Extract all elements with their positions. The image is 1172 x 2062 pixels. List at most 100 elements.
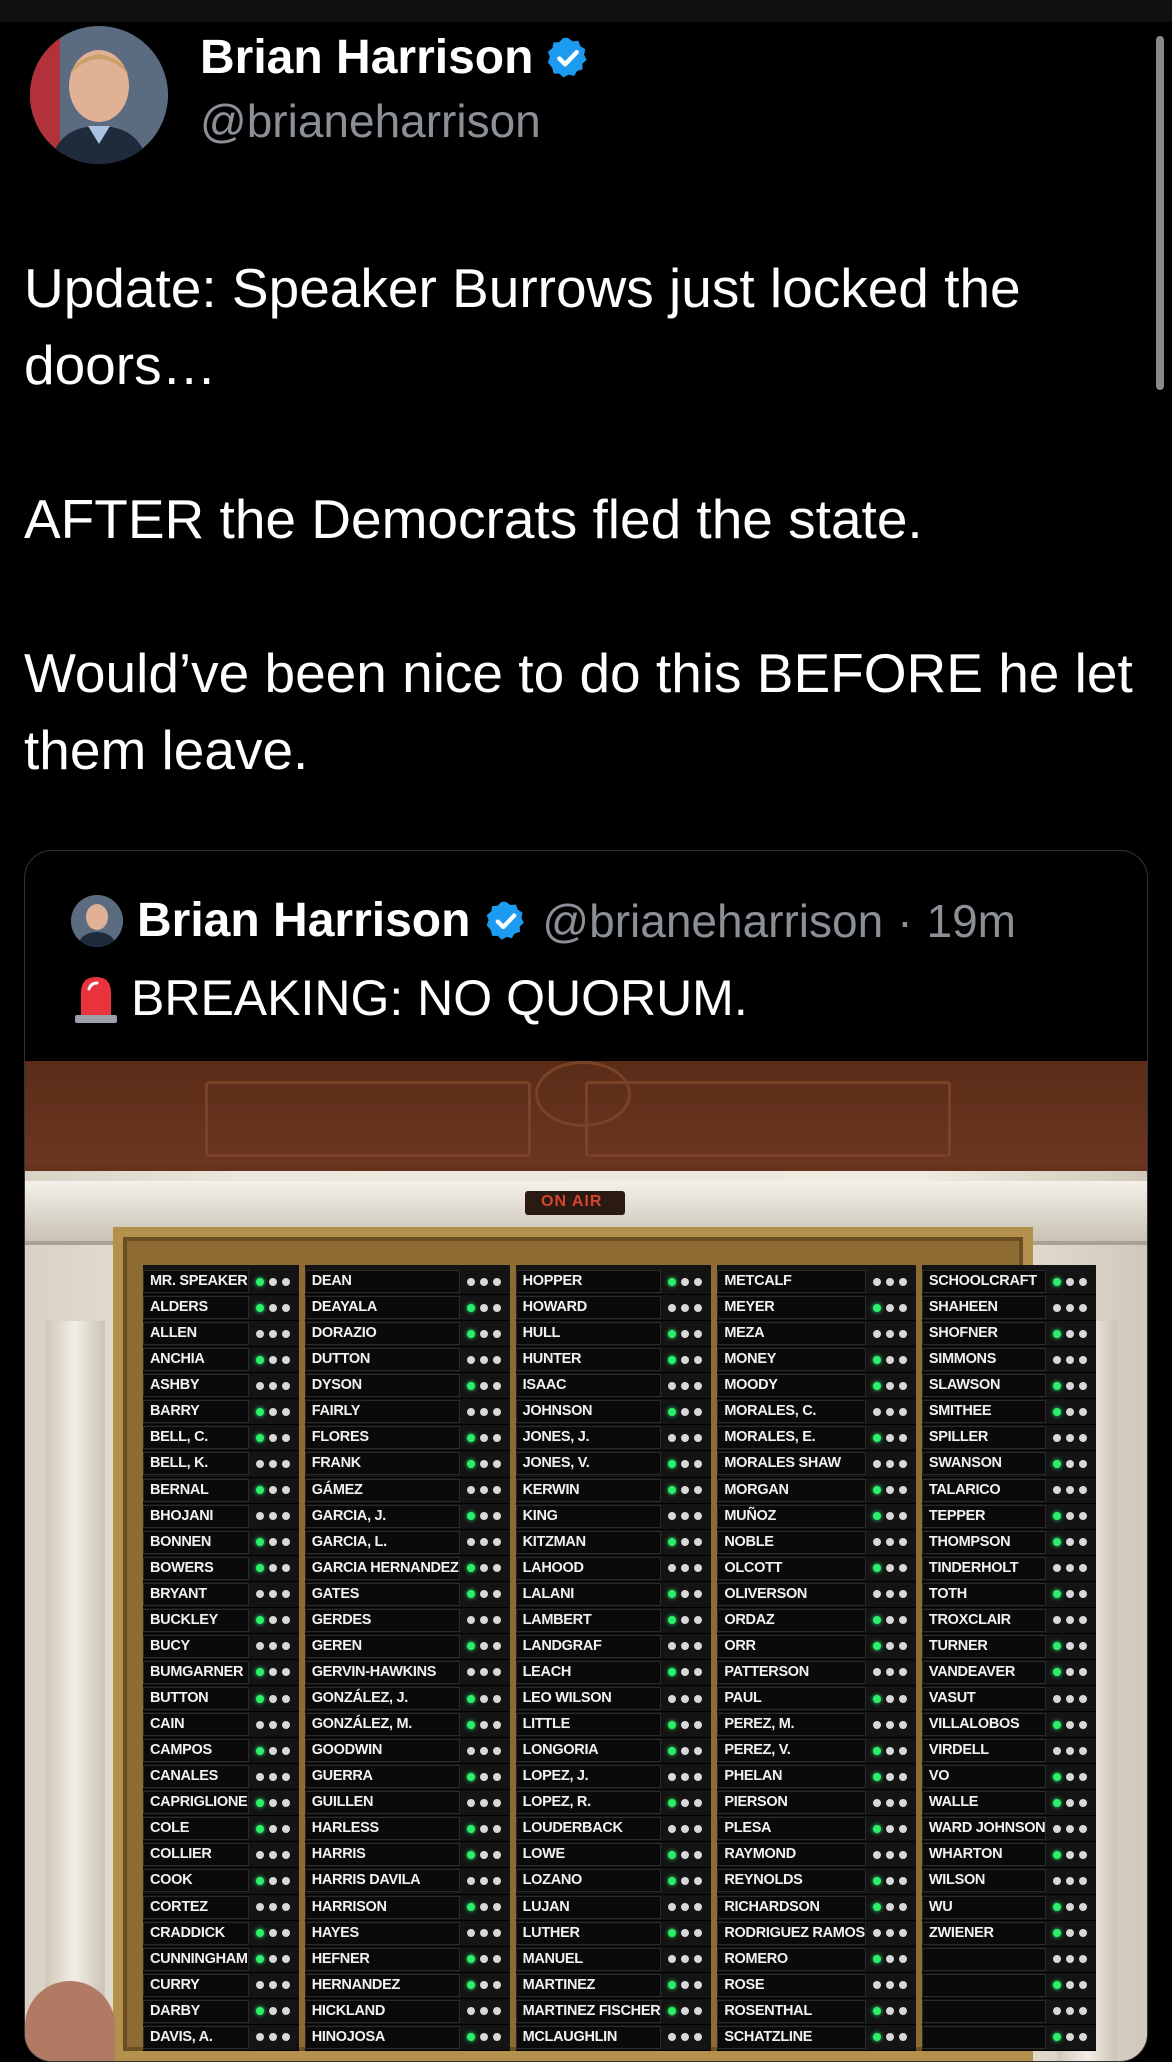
vote-light <box>898 1981 907 1990</box>
vote-lights <box>866 1538 916 1547</box>
vote-light <box>668 1772 677 1781</box>
vote-light <box>466 2007 475 2016</box>
vote-lights <box>866 1929 916 1938</box>
vote-light <box>479 1642 488 1651</box>
vote-light <box>466 1538 475 1547</box>
vote-light <box>694 1929 703 1938</box>
vote-board-row: DEAYALA <box>304 1295 510 1322</box>
vote-light <box>872 1433 881 1442</box>
vote-lights <box>249 2007 299 2016</box>
vote-light <box>1079 1772 1088 1781</box>
vote-light <box>466 1876 475 1885</box>
vote-light <box>492 1407 501 1416</box>
vote-light <box>1066 1459 1075 1468</box>
vote-light <box>492 1512 501 1521</box>
vote-light <box>872 1850 881 1859</box>
vote-lights <box>1046 1642 1096 1651</box>
quoted-author-name: Brian Harrison <box>137 894 471 947</box>
scrollbar[interactable] <box>1156 36 1164 390</box>
member-name: MEYER <box>717 1296 866 1320</box>
vote-lights <box>866 1329 916 1338</box>
vote-light <box>479 1798 488 1807</box>
author-handle[interactable]: @brianeharrison <box>200 94 541 148</box>
vote-lights <box>866 1876 916 1885</box>
vote-lights <box>661 1903 711 1912</box>
vote-light <box>492 2007 501 2016</box>
vote-lights <box>661 1538 711 1547</box>
vote-board-row: WARD JOHNSON <box>921 1816 1097 1843</box>
vote-light <box>268 1746 277 1755</box>
police-siren-icon <box>75 977 117 1023</box>
author-name[interactable]: Brian Harrison <box>200 30 533 85</box>
vote-board-row: ISAAC <box>515 1373 712 1400</box>
vote-light <box>1079 1512 1088 1521</box>
vote-light <box>885 1355 894 1364</box>
vote-board-row: JONES, V. <box>515 1451 712 1478</box>
member-name: HARRISON <box>304 1895 460 1919</box>
vote-board-photo[interactable]: ON AIR MR. SPEAKER ALDERS ALLEN ANCHIA ASHBY… <box>25 1061 1147 2061</box>
vote-light <box>1066 1798 1075 1807</box>
vote-lights <box>249 1590 299 1599</box>
vote-light <box>268 2033 277 2042</box>
vote-light <box>1053 1355 1062 1364</box>
vote-board-row: SHAHEEN <box>921 1295 1097 1322</box>
member-name: GARCIA HERNANDEZ <box>304 1556 460 1580</box>
vote-light <box>281 1512 290 1521</box>
vote-board-row: WALLE <box>921 1790 1097 1817</box>
vote-board-row: KING <box>515 1504 712 1530</box>
vote-light <box>466 1746 475 1755</box>
vote-lights <box>1046 1277 1096 1286</box>
vote-light <box>1066 1329 1075 1338</box>
vote-light <box>681 1538 690 1547</box>
member-name: MARTINEZ FISCHER <box>515 1999 662 2023</box>
vote-light <box>466 1955 475 1964</box>
vote-light <box>681 1329 690 1338</box>
vote-board-row: KITZMAN <box>515 1530 712 1556</box>
member-name: GATES <box>304 1582 460 1606</box>
vote-light <box>1053 1564 1062 1573</box>
vote-lights <box>661 1824 711 1833</box>
vote-light <box>872 2033 881 2042</box>
vote-light <box>898 1277 907 1286</box>
vote-light <box>668 2033 677 2042</box>
vote-light <box>281 1824 290 1833</box>
vote-light <box>668 1433 677 1442</box>
vote-light <box>1053 1329 1062 1338</box>
vote-light <box>466 1642 475 1651</box>
vote-light <box>1079 1798 1088 1807</box>
author-name-row[interactable]: Brian Harrison <box>200 30 591 85</box>
vote-light <box>1066 1720 1075 1729</box>
vote-lights <box>866 1746 916 1755</box>
vote-lights <box>866 1642 916 1651</box>
vote-light <box>694 1564 703 1573</box>
author-avatar[interactable] <box>30 26 168 164</box>
vote-board-row: HUNTER <box>515 1347 712 1374</box>
vote-light <box>1079 1355 1088 1364</box>
vote-light <box>694 1876 703 1885</box>
vote-light <box>1053 1955 1062 1964</box>
member-name: GARCIA, J. <box>304 1504 460 1528</box>
member-name: WILSON <box>921 1869 1047 1893</box>
vote-lights <box>1046 1538 1096 1547</box>
vote-light <box>492 1590 501 1599</box>
member-name: HULL <box>515 1322 662 1346</box>
vote-light <box>255 1720 264 1729</box>
vote-board-column: HOPPER HOWARD HULL HUNTER ISAAC JOHNSON JONES,… <box>515 1265 712 2051</box>
vote-lights <box>1046 1720 1096 1729</box>
vote-light <box>268 1929 277 1938</box>
vote-light <box>466 1616 475 1625</box>
vote-board-row: GATES <box>304 1582 510 1608</box>
vote-board-row: LOZANO <box>515 1868 712 1895</box>
vote-light <box>898 1798 907 1807</box>
vote-lights <box>1046 1850 1096 1859</box>
vote-board-row: HARRISON <box>304 1895 510 1921</box>
vote-light <box>466 1824 475 1833</box>
vote-light <box>885 2033 894 2042</box>
vote-light <box>898 1355 907 1364</box>
vote-light <box>872 1981 881 1990</box>
vote-lights <box>661 2033 711 2042</box>
vote-light <box>681 1381 690 1390</box>
quoted-tweet-card[interactable]: Brian Harrison @brianeharrison · 19m BRE… <box>24 850 1148 2062</box>
vote-light <box>872 1329 881 1338</box>
quoted-text-row: BREAKING: NO QUORUM. <box>71 969 748 1027</box>
